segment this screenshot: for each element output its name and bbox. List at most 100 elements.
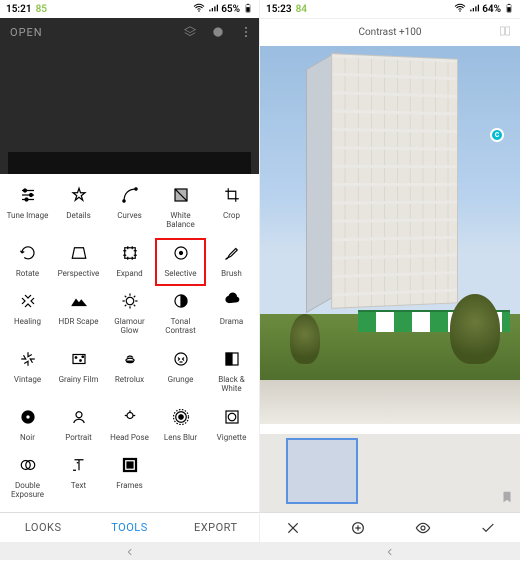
tool-label: Noir xyxy=(20,434,35,443)
tool-glamour-glow[interactable]: GlamourGlow xyxy=(104,286,155,344)
lens-blur-icon xyxy=(172,408,190,430)
tool-grunge[interactable]: Grunge xyxy=(155,344,206,402)
tool-label: Drama xyxy=(220,318,244,327)
tool-rotate[interactable]: Rotate xyxy=(2,238,53,287)
status-bar: 15:23 84 64% xyxy=(260,0,520,18)
tool-vintage[interactable]: Vintage xyxy=(2,344,53,402)
bookmark-icon[interactable] xyxy=(500,489,514,508)
drama-icon xyxy=(223,292,241,314)
glamour-glow-icon xyxy=(121,292,139,314)
portrait-icon xyxy=(70,408,88,430)
tool-label: Rotate xyxy=(16,270,39,279)
tune-image-icon xyxy=(19,186,37,208)
tool-label: Perspective xyxy=(58,270,100,279)
rotate-icon xyxy=(19,244,37,266)
tool-healing[interactable]: Healing xyxy=(2,286,53,344)
tool-portrait[interactable]: Portrait xyxy=(53,402,104,451)
adjustment-title: Contrast +100 xyxy=(358,27,421,38)
bottom-tabs: LOOKS TOOLS EXPORT xyxy=(0,512,259,542)
head-pose-icon xyxy=(121,408,139,430)
tool-double-exposure[interactable]: DoubleExposure xyxy=(2,450,53,508)
selected-thumbnail[interactable] xyxy=(286,438,358,504)
signal-icon xyxy=(469,3,479,16)
tool-label: TonalContrast xyxy=(165,318,195,336)
wifi-icon xyxy=(193,2,205,17)
status-extra: 84 xyxy=(296,4,307,15)
tools-grid: Tune Image Details Curves WhiteBalance Crop R… xyxy=(0,174,259,508)
more-icon[interactable] xyxy=(239,24,253,43)
tool-retrolux[interactable]: Retrolux xyxy=(104,344,155,402)
open-button[interactable]: OPEN xyxy=(10,26,43,39)
tool-label: Healing xyxy=(14,318,41,327)
tool-label: Head Pose xyxy=(110,434,149,443)
image-placeholder xyxy=(8,152,251,174)
tab-looks[interactable]: LOOKS xyxy=(0,513,86,542)
tool-white-balance[interactable]: WhiteBalance xyxy=(155,180,206,238)
preview-button[interactable] xyxy=(390,513,455,542)
tool-label: DoubleExposure xyxy=(11,482,44,500)
tool-label: Tune Image xyxy=(7,212,49,221)
tool-expand[interactable]: Expand xyxy=(104,238,155,287)
action-bar xyxy=(260,512,520,542)
retrolux-icon xyxy=(121,350,139,372)
status-time: 15:23 xyxy=(266,4,292,15)
tool-frames[interactable]: Frames xyxy=(104,450,155,508)
tool-label: Vignette xyxy=(217,434,247,443)
tool-tune-image[interactable]: Tune Image xyxy=(2,180,53,238)
vintage-icon xyxy=(19,350,37,372)
tool-brush[interactable]: Brush xyxy=(206,238,257,287)
tab-tools[interactable]: TOOLS xyxy=(86,513,172,542)
tool-grainy-film[interactable]: Grainy Film xyxy=(53,344,104,402)
tool-drama[interactable]: Drama xyxy=(206,286,257,344)
tool-label: WhiteBalance xyxy=(166,212,194,230)
wifi-icon xyxy=(454,2,466,17)
control-point-badge[interactable]: c xyxy=(490,128,504,142)
grainy-film-icon xyxy=(70,350,88,372)
back-nav-icon[interactable] xyxy=(125,542,135,561)
grunge-icon xyxy=(172,350,190,372)
tool-label: Grainy Film xyxy=(59,376,99,385)
tool-curves[interactable]: Curves xyxy=(104,180,155,238)
info-icon[interactable] xyxy=(211,24,225,43)
nav-bar xyxy=(260,542,520,560)
healing-icon xyxy=(19,292,37,314)
tool-label: Details xyxy=(66,212,90,221)
tool-vignette[interactable]: Vignette xyxy=(206,402,257,451)
tool-text[interactable]: Text xyxy=(53,450,104,508)
tool-label: Frames xyxy=(116,482,143,491)
layers-icon[interactable] xyxy=(183,24,197,43)
battery-icon xyxy=(504,2,514,17)
cancel-button[interactable] xyxy=(260,513,325,542)
apply-button[interactable] xyxy=(455,513,520,542)
tool-noir[interactable]: Noir xyxy=(2,402,53,451)
tool-details[interactable]: Details xyxy=(53,180,104,238)
tool-label: Brush xyxy=(221,270,242,279)
double-exposure-icon xyxy=(19,456,37,478)
tool-head-pose[interactable]: Head Pose xyxy=(104,402,155,451)
tool-label: Text xyxy=(71,482,86,491)
add-point-button[interactable] xyxy=(325,513,390,542)
tool-selective[interactable]: Selective xyxy=(155,238,206,287)
tool-label: Curves xyxy=(117,212,142,221)
tool-perspective[interactable]: Perspective xyxy=(53,238,104,287)
tool-lens-blur[interactable]: Lens Blur xyxy=(155,402,206,451)
frames-icon xyxy=(121,456,139,478)
tonal-contrast-icon xyxy=(172,292,190,314)
tutorial-icon[interactable] xyxy=(498,23,512,42)
hdr-scape-icon xyxy=(70,292,88,314)
photo-canvas[interactable]: c xyxy=(260,46,520,424)
tool-black-white[interactable]: Black &White xyxy=(206,344,257,402)
back-nav-icon[interactable] xyxy=(385,542,395,561)
tool-tonal-contrast[interactable]: TonalContrast xyxy=(155,286,206,344)
tool-label: Portrait xyxy=(65,434,92,443)
tool-label: Selective xyxy=(165,270,197,279)
tab-export[interactable]: EXPORT xyxy=(173,513,259,542)
perspective-icon xyxy=(70,244,88,266)
brush-icon xyxy=(223,244,241,266)
tool-label: HDR Scape xyxy=(59,318,99,327)
tool-hdr-scape[interactable]: HDR Scape xyxy=(53,286,104,344)
text-icon xyxy=(70,456,88,478)
tool-crop[interactable]: Crop xyxy=(206,180,257,238)
battery-icon xyxy=(243,2,253,17)
status-bar: 15:21 85 65% xyxy=(0,0,259,18)
